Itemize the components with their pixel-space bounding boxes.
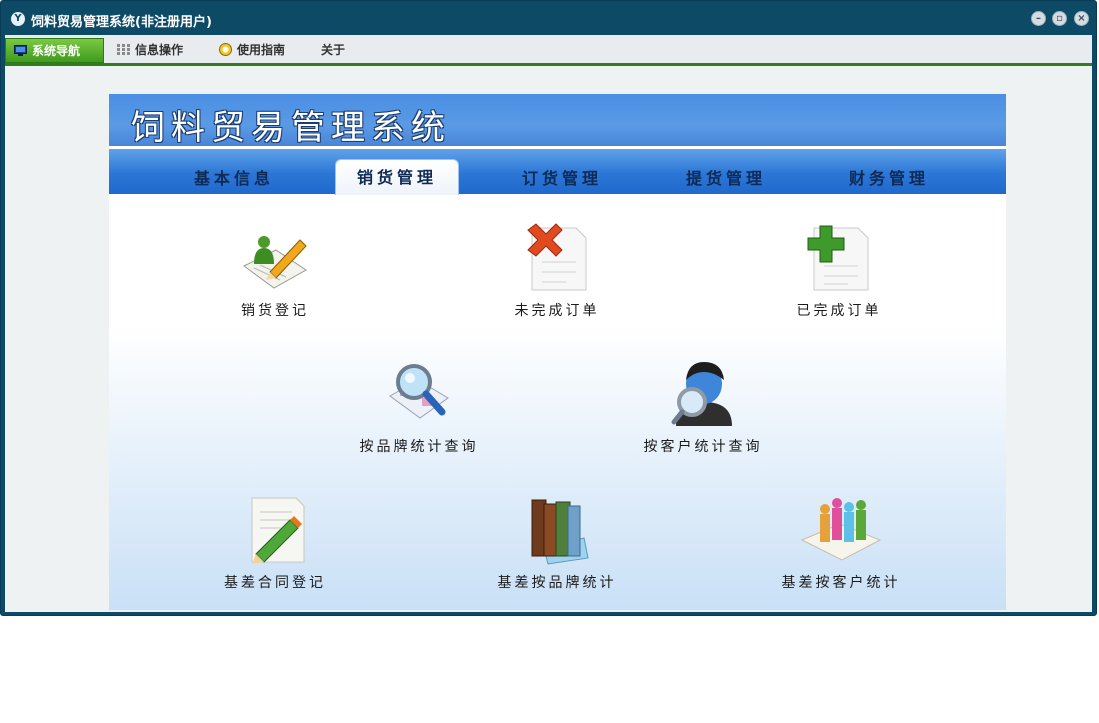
tile-label: 基差按品牌统计: [497, 575, 617, 591]
tile-customer-search[interactable]: 按客户统计查询: [603, 358, 803, 468]
menu-item-label: 系统导航: [32, 44, 81, 58]
menu-bar: 系统导航 信息操作 使用指南 关于: [5, 35, 1092, 66]
app-logo-icon: Y: [11, 12, 25, 26]
minimize-icon: –: [1036, 13, 1041, 24]
title-bar[interactable]: Y 饲料贸易管理系统(非注册用户) – ▫ ×: [1, 1, 1096, 35]
menu-item-guide[interactable]: 使用指南: [211, 38, 303, 63]
navigation-panel: 饲料贸易管理系统 基本信息 销货管理 订货管理 提货管理 财务管理 销货登记 未…: [109, 94, 1006, 610]
tab-basic-info[interactable]: 基本信息: [169, 165, 299, 194]
tile-customer-stats[interactable]: 基差按客户统计: [741, 494, 941, 604]
help-icon: [219, 43, 232, 56]
tile-label: 基差合同登记: [224, 575, 326, 591]
customer-stats-icon: [800, 498, 882, 561]
completed-order-icon: [807, 225, 869, 291]
tile-label: 销货登记: [241, 303, 309, 319]
window-title: 饲料贸易管理系统(非注册用户): [31, 15, 212, 30]
customer-search-icon: [671, 362, 732, 426]
grid-icon: [117, 44, 130, 55]
menu-item-about[interactable]: 关于: [311, 38, 361, 63]
close-button[interactable]: ×: [1074, 11, 1089, 26]
incomplete-order-icon: [527, 223, 587, 291]
tile-incomplete-orders[interactable]: 未完成订单: [457, 222, 657, 332]
menu-item-system-nav[interactable]: 系统导航: [5, 38, 104, 63]
contract-register-icon: [251, 497, 305, 564]
app-window: Y 饲料贸易管理系统(非注册用户) – ▫ × 系统导航 信息操作 使用指南 关…: [0, 0, 1097, 616]
menu-item-label: 使用指南: [237, 43, 286, 57]
close-icon: ×: [1077, 13, 1086, 24]
restore-button[interactable]: ▫: [1052, 11, 1067, 26]
restore-icon: ▫: [1056, 13, 1063, 24]
brand-stats-icon: [531, 499, 589, 565]
tab-order-management[interactable]: 订货管理: [497, 165, 627, 194]
monitor-icon: [14, 45, 27, 56]
tab-pickup-management[interactable]: 提货管理: [661, 165, 791, 194]
tile-brand-stats[interactable]: 基差按品牌统计: [457, 494, 657, 604]
menu-item-info-ops[interactable]: 信息操作: [109, 38, 201, 63]
brand-search-icon: [389, 364, 449, 419]
client-area: 系统导航 信息操作 使用指南 关于 饲料贸易管理系统 基本信息 销货管理 订货管…: [5, 35, 1092, 612]
tile-label: 按客户统计查询: [643, 439, 763, 455]
banner: 饲料贸易管理系统: [109, 94, 1006, 148]
banner-title: 饲料贸易管理系统: [131, 108, 451, 148]
tile-label: 按品牌统计查询: [359, 439, 479, 455]
tile-label: 未完成订单: [514, 303, 600, 319]
tab-sales-management[interactable]: 销货管理: [335, 159, 459, 195]
tile-completed-orders[interactable]: 已完成订单: [739, 222, 939, 332]
tile-contract-register[interactable]: 基差合同登记: [175, 494, 375, 604]
tile-brand-search[interactable]: 按品牌统计查询: [319, 358, 519, 468]
tile-sales-register[interactable]: 销货登记: [175, 222, 375, 332]
tab-finance-management[interactable]: 财务管理: [824, 165, 954, 194]
minimize-button[interactable]: –: [1031, 11, 1046, 26]
module-tab-bar: 基本信息 销货管理 订货管理 提货管理 财务管理: [109, 149, 1006, 195]
menu-item-label: 信息操作: [135, 43, 184, 57]
menu-item-label: 关于: [321, 43, 346, 57]
sales-register-icon: [243, 236, 307, 289]
tile-label: 已完成订单: [796, 303, 882, 319]
tile-label: 基差按客户统计: [781, 575, 901, 591]
